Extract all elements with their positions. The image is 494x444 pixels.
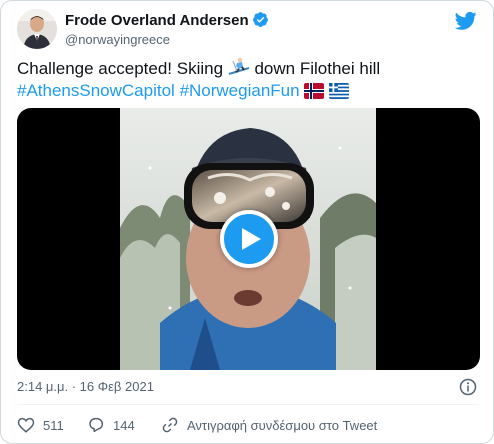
copy-link-button[interactable]: Αντιγραφή συνδέσμου στο Tweet — [161, 414, 377, 436]
video-player[interactable] — [17, 108, 480, 370]
tweet-text-after: down Filothei hill — [249, 59, 381, 78]
tweet-text-before: Challenge accepted! Skiing — [17, 59, 228, 78]
link-icon — [162, 417, 178, 433]
reply-bubble-icon — [89, 417, 104, 433]
tweet-actions: 511 144 Αντιγραφή συνδέσμου στο Tweet — [17, 414, 479, 436]
tweet-text-line-2: #AthensSnowCapitol #NorwegianFun — [17, 80, 479, 102]
hashtag-athens-snow[interactable]: #AthensSnowCapitol — [17, 81, 175, 100]
tweet-header: Frode Overland Andersen @norwayingreece — [17, 9, 479, 51]
tweet-text: Challenge accepted! Skiing down Filothei… — [17, 57, 479, 102]
play-button[interactable] — [220, 210, 278, 268]
tweet-text-line-1: Challenge accepted! Skiing down Filothei… — [17, 57, 479, 80]
skier-emoji-icon — [228, 57, 250, 75]
flag-norway-icon — [304, 83, 325, 99]
tweet-card: Frode Overland Andersen @norwayingreece … — [0, 0, 494, 444]
avatar[interactable] — [17, 9, 57, 49]
like-button[interactable]: 511 — [17, 414, 64, 436]
tweet-timestamp[interactable]: 2:14 μ.μ. · 16 Φεβ 2021 — [17, 379, 154, 394]
display-name[interactable]: Frode Overland Andersen — [65, 11, 249, 30]
like-count: 511 — [43, 417, 64, 433]
verified-badge-icon — [252, 12, 268, 27]
play-icon — [242, 228, 261, 250]
author-block: Frode Overland Andersen @norwayingreece — [65, 11, 269, 48]
flag-greece-icon — [329, 83, 350, 99]
reply-count: 144 — [113, 417, 135, 433]
twitter-bird-icon[interactable] — [455, 11, 477, 31]
reply-button[interactable]: 144 — [87, 414, 135, 436]
avatar-portrait-image — [17, 9, 57, 49]
heart-icon — [17, 417, 35, 433]
tweet-meta: 2:14 μ.μ. · 16 Φεβ 2021 — [17, 378, 479, 398]
info-icon[interactable] — [459, 378, 477, 396]
author-handle[interactable]: @norwayingreece — [65, 31, 269, 48]
hashtag-norwegian-fun[interactable]: #NorwegianFun — [180, 81, 300, 100]
copy-link-label: Αντιγραφή συνδέσμου στο Tweet — [187, 417, 378, 433]
divider — [17, 404, 479, 405]
